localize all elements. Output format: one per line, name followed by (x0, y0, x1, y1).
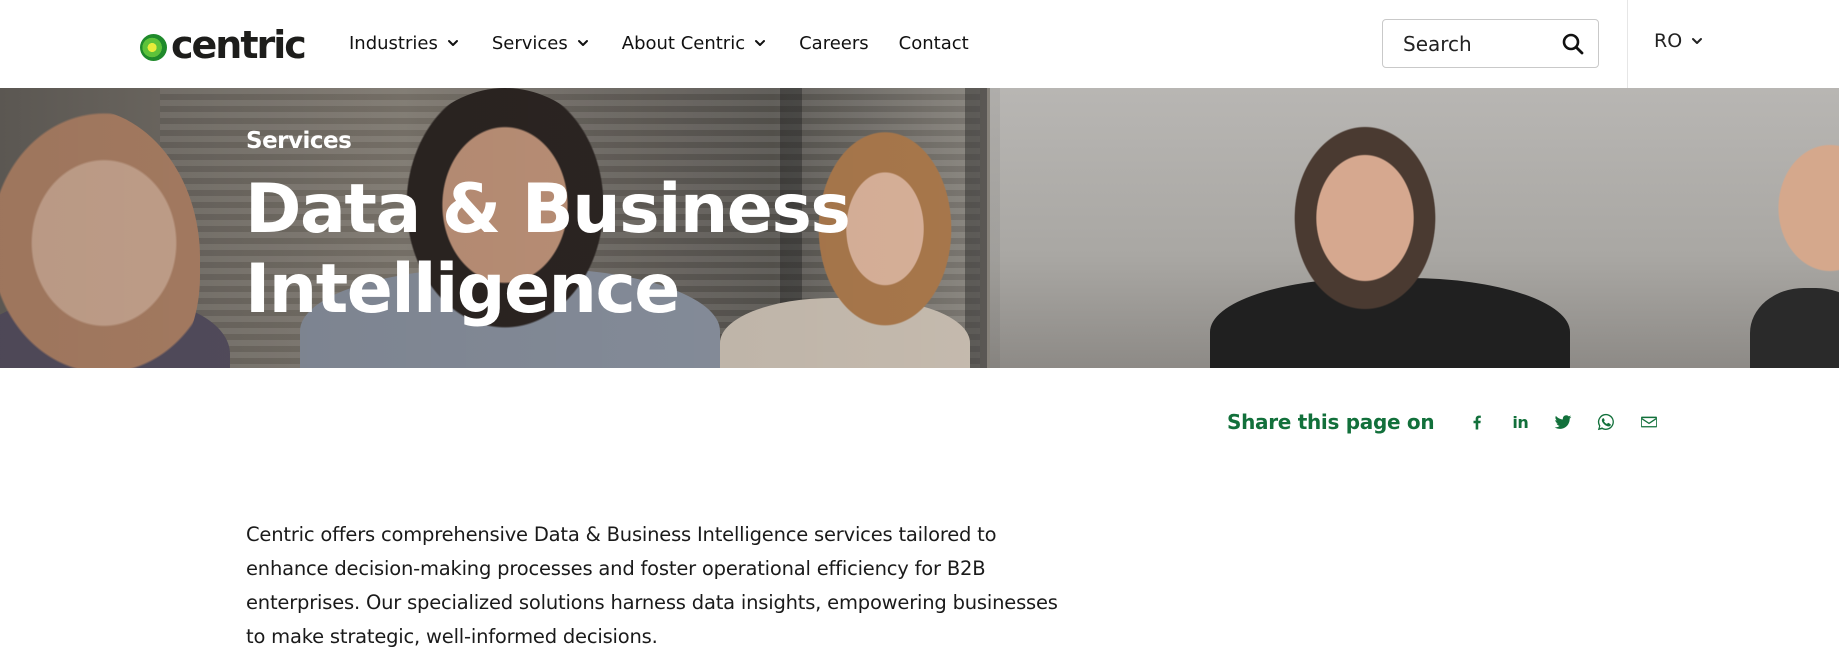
page-title-line: Data & Business (245, 170, 851, 249)
chevron-down-icon (755, 40, 766, 46)
whatsapp-icon[interactable] (1595, 411, 1617, 433)
nav-item-about-centric[interactable]: About Centric (622, 33, 768, 54)
logo-mark-icon (140, 33, 167, 61)
intro-paragraph: Centric offers comprehensive Data & Busi… (246, 523, 1058, 648)
nav-item-services[interactable]: Services (492, 33, 591, 54)
language-selector[interactable]: RO (1654, 30, 1705, 52)
language-label: RO (1654, 30, 1683, 52)
nav-item-contact[interactable]: Contact (899, 33, 969, 54)
search-icon[interactable] (1561, 32, 1585, 56)
twitter-icon[interactable] (1552, 411, 1574, 433)
hero-photo-person (1280, 108, 1450, 328)
nav-item-careers[interactable]: Careers (799, 33, 869, 54)
facebook-icon[interactable] (1466, 411, 1488, 433)
site-header: centric Industries Services About Centri… (0, 0, 1839, 88)
linkedin-icon[interactable]: in (1509, 411, 1531, 433)
share-label: Share this page on (1227, 410, 1435, 434)
nav-item-label: Contact (898, 32, 969, 54)
hero-eyebrow: Services (246, 128, 352, 154)
chevron-down-icon (1692, 38, 1703, 44)
page-title-line: Intelligence (245, 250, 680, 329)
page-title: Data & Business Intelligence (245, 170, 945, 330)
share-bar: Share this page on in (1227, 410, 1681, 434)
nav-item-label: About Centric (621, 32, 746, 54)
nav-item-label: Services (491, 32, 568, 54)
chevron-down-icon (577, 40, 588, 46)
hero-banner: Services Data & Business Intelligence (0, 88, 1839, 368)
nav-item-label: Careers (799, 32, 869, 54)
search-box (1382, 19, 1599, 68)
header-divider (1627, 0, 1628, 88)
nav-item-label: Industries (349, 32, 438, 54)
centric-logo[interactable]: centric (140, 23, 307, 67)
nav-item-industries[interactable]: Industries (349, 33, 461, 54)
search-input[interactable] (1403, 31, 1563, 56)
main-nav: Industries Services About Centric Career… (349, 30, 999, 56)
hero-curve-notch (208, 368, 260, 402)
logo-text: centric (171, 23, 307, 67)
email-icon[interactable] (1638, 411, 1660, 433)
chevron-down-icon (447, 40, 458, 46)
